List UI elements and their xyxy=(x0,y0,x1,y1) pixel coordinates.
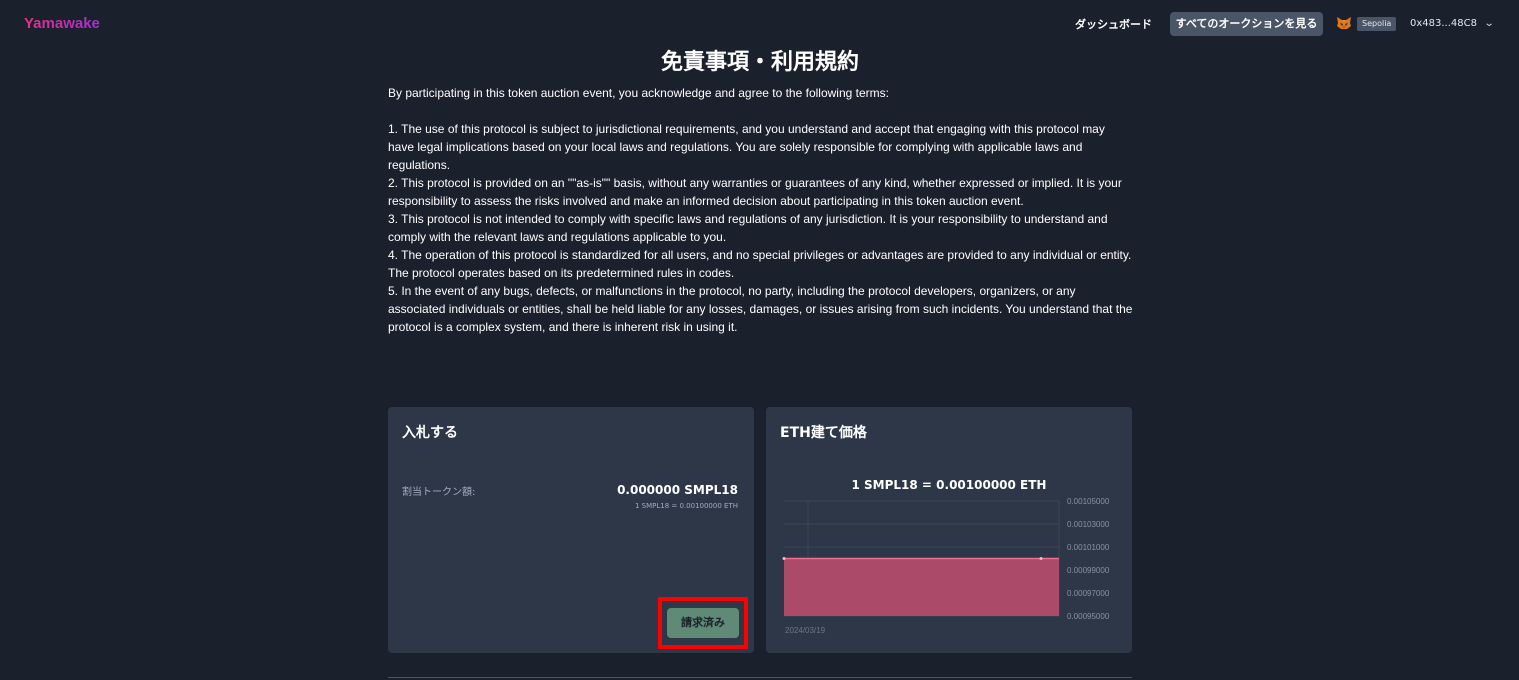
wallet-menu[interactable]: 0x483...48C8 ⌄ xyxy=(1410,14,1495,34)
all-auctions-button[interactable]: すべてのオークションを見る xyxy=(1170,12,1323,36)
chart-point xyxy=(1039,557,1043,560)
price-card: ETH建て価格 1 SMPL18 = 0.00100000 ETH 0.0010… xyxy=(766,407,1132,653)
rate-note: 1 SMPL18 = 0.00100000 ETH xyxy=(634,502,738,510)
metamask-fox-icon[interactable] xyxy=(1336,15,1352,31)
y-tick-label: 0.00103000 xyxy=(1067,520,1110,529)
divider xyxy=(388,677,1132,678)
terms-intro: By participating in this token auction e… xyxy=(388,86,889,100)
y-tick-label: 0.00099000 xyxy=(1067,566,1110,575)
y-tick-label: 0.00101000 xyxy=(1067,543,1110,552)
x-tick-label: 2024/03/19 xyxy=(785,626,826,635)
claimed-button[interactable]: 請求済み xyxy=(667,608,739,638)
bid-card-title: 入札する xyxy=(402,425,458,441)
terms-text: By participating in this token auction e… xyxy=(388,84,1134,336)
terms-item: 1. The use of this protocol is subject t… xyxy=(388,122,1105,172)
price-chart: 0.00105000 0.00103000 0.00101000 0.00099000… xyxy=(782,497,1110,635)
brand-logo[interactable]: Yamawake xyxy=(24,15,100,32)
network-badge: Sepolia xyxy=(1357,17,1397,31)
y-tick-label: 0.00105000 xyxy=(1067,497,1110,506)
wallet-address: 0x483...48C8 xyxy=(1410,18,1477,29)
terms-item: 5. In the event of any bugs, defects, or… xyxy=(388,284,1133,334)
terms-item: 2. This protocol is provided on an ""as-… xyxy=(388,176,1122,208)
chart-area xyxy=(784,558,1059,616)
terms-item: 3. This protocol is not intended to comp… xyxy=(388,212,1108,244)
allocation-value: 0.000000 SMPL18 xyxy=(617,483,738,497)
terms-item: 4. The operation of this protocol is sta… xyxy=(388,248,1132,280)
y-tick-label: 0.00095000 xyxy=(1067,612,1110,621)
chart-point xyxy=(782,557,786,560)
dashboard-link[interactable]: ダッシュボード xyxy=(1067,14,1160,36)
page-title: 免責事項・利用規約 xyxy=(660,50,859,75)
allocation-label: 割当トークン額: xyxy=(402,487,476,498)
top-navigation: Yamawake ダッシュボード すべてのオークションを見る Sepolia 0… xyxy=(0,0,1519,48)
y-tick-label: 0.00097000 xyxy=(1067,589,1110,598)
chevron-down-icon[interactable]: ⌄ xyxy=(1484,14,1495,34)
